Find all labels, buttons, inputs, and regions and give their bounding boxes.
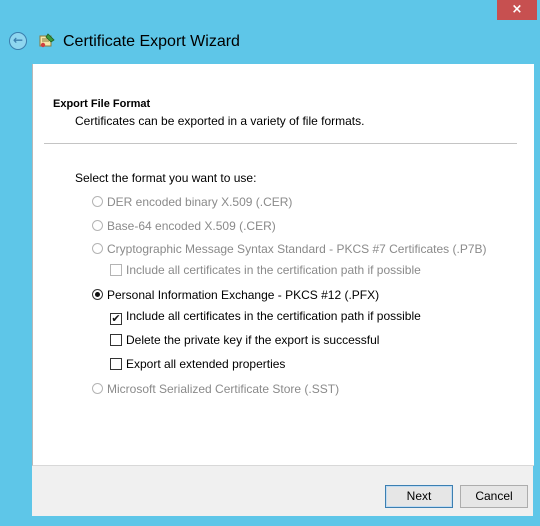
next-button[interactable]: Next <box>385 485 453 508</box>
cancel-button[interactable]: Cancel <box>460 485 528 508</box>
window-title: Certificate Export Wizard <box>63 33 240 50</box>
radio-label: Personal Information Exchange - PKCS #12… <box>107 288 380 302</box>
page-subtitle: Certificates can be exported in a variet… <box>75 114 365 128</box>
close-button[interactable]: × <box>497 0 537 20</box>
format-prompt: Select the format you want to use: <box>75 171 257 185</box>
radio-button[interactable] <box>92 220 103 231</box>
radio-pkcs12-pfx[interactable]: Personal Information Exchange - PKCS #12… <box>92 288 379 302</box>
radio-pkcs7-p7b[interactable]: Cryptographic Message Syntax Standard - … <box>92 242 487 256</box>
radio-label: Base-64 encoded X.509 (.CER) <box>107 219 276 233</box>
radio-button[interactable] <box>92 196 103 207</box>
checkbox-label: Export all extended properties <box>126 357 286 371</box>
checkbox-pfx-include-all[interactable]: ✔ Include all certificates in the certifi… <box>110 309 421 325</box>
checkbox-label: Delete the private key if the export is … <box>126 333 380 347</box>
window-bottom-edge <box>0 516 540 526</box>
checkbox-export-extended-properties[interactable]: Export all extended properties <box>110 357 285 371</box>
certificate-wizard-icon <box>39 33 55 48</box>
radio-button[interactable] <box>92 289 103 300</box>
checkbox-p7b-include-all[interactable]: Include all certificates in the certific… <box>110 263 421 277</box>
radio-label: Cryptographic Message Syntax Standard - … <box>107 242 487 256</box>
header-divider <box>44 143 517 144</box>
wizard-footer <box>32 466 533 516</box>
radio-button[interactable] <box>92 383 103 394</box>
radio-der-cer[interactable]: DER encoded binary X.509 (.CER) <box>92 195 292 209</box>
radio-label: DER encoded binary X.509 (.CER) <box>107 195 293 209</box>
radio-sst[interactable]: Microsoft Serialized Certificate Store (… <box>92 382 339 396</box>
checkbox-delete-private-key[interactable]: Delete the private key if the export is … <box>110 333 379 347</box>
radio-button[interactable] <box>92 243 103 254</box>
checkbox[interactable] <box>110 358 122 370</box>
checkbox[interactable] <box>110 334 122 346</box>
checkbox[interactable] <box>110 264 122 276</box>
checkbox-label: Include all certificates in the certific… <box>126 263 421 277</box>
page-title: Export File Format <box>53 98 151 110</box>
radio-base64-cer[interactable]: Base-64 encoded X.509 (.CER) <box>92 219 276 233</box>
radio-label: Microsoft Serialized Certificate Store (… <box>107 382 340 396</box>
checkmark-icon[interactable]: ✔ <box>110 313 122 325</box>
checkbox-label: Include all certificates in the certific… <box>126 309 421 323</box>
back-arrow-icon[interactable]: ← <box>9 32 27 50</box>
